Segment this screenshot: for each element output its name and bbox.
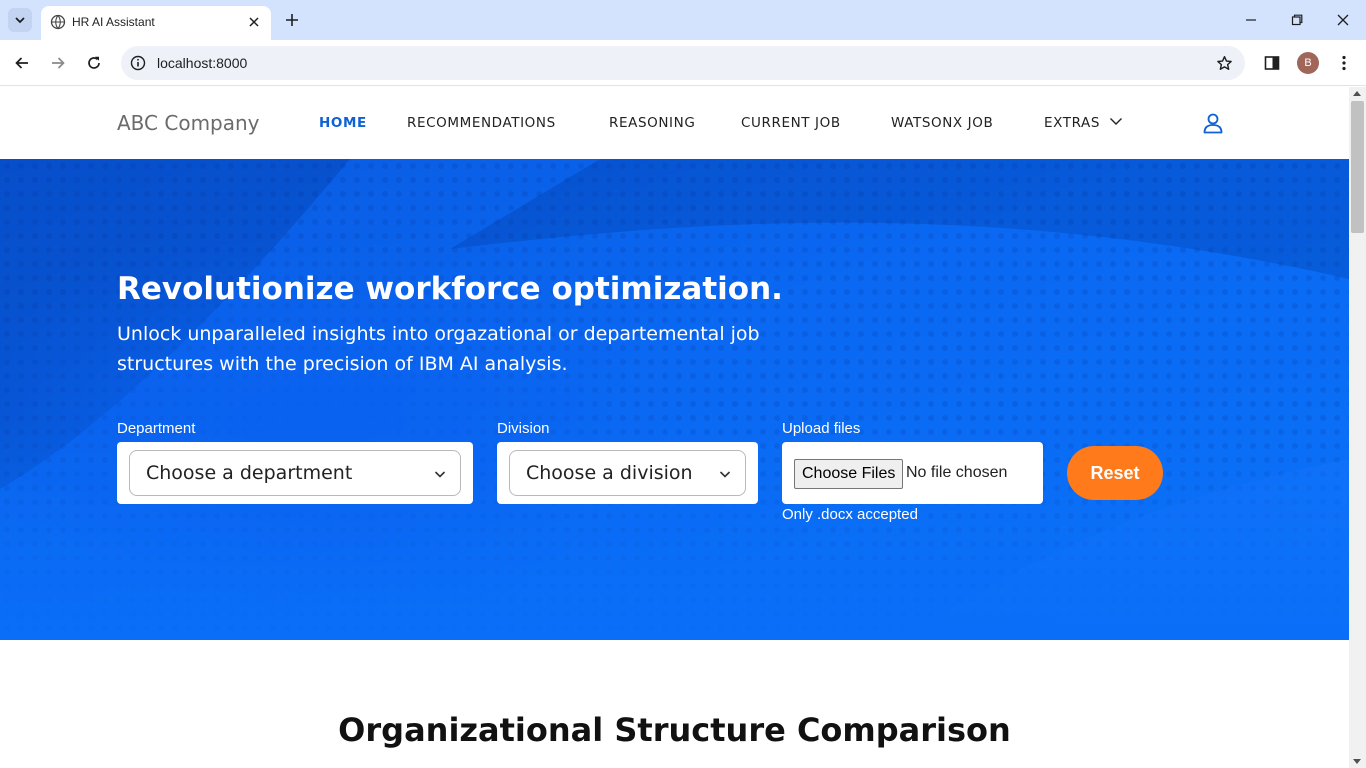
nav-extras[interactable]: EXTRAS	[1044, 115, 1100, 131]
address-bar[interactable]: localhost:8000	[121, 46, 1245, 80]
hero-banner: Revolutionize workforce optimization. Un…	[0, 159, 1349, 640]
bookmark-star-icon[interactable]	[1215, 54, 1233, 72]
profile-avatar[interactable]: B	[1297, 52, 1319, 74]
section-title: Organizational Structure Comparison	[338, 711, 1011, 749]
file-status-text: No file chosen	[906, 464, 1008, 481]
upload-card: Choose Files No file chosen	[782, 442, 1043, 504]
hero-title: Revolutionize workforce optimization.	[117, 271, 783, 307]
scroll-down-arrow-icon[interactable]	[1353, 759, 1361, 764]
upload-hint: Only .docx accepted	[782, 506, 918, 523]
chevron-down-icon	[15, 17, 25, 24]
forward-arrow-icon[interactable]	[46, 51, 70, 75]
tab-search-button[interactable]	[8, 8, 32, 32]
scroll-thumb[interactable]	[1351, 101, 1364, 233]
user-icon[interactable]	[1201, 111, 1225, 135]
department-select[interactable]: Choose a department	[129, 450, 461, 496]
restore-icon[interactable]	[1287, 10, 1307, 30]
page-viewport: ABC Company HOME RECOMMENDATIONS REASONI…	[0, 87, 1349, 768]
reset-button[interactable]: Reset	[1067, 446, 1163, 500]
browser-tabstrip: HR AI Assistant	[0, 0, 1366, 40]
chevron-down-icon	[719, 471, 731, 478]
close-window-icon[interactable]	[1333, 10, 1353, 30]
tab-close-icon[interactable]	[246, 14, 262, 30]
site-info-icon[interactable]	[129, 54, 147, 72]
department-select-value: Choose a department	[146, 462, 353, 484]
chevron-down-icon	[434, 471, 446, 478]
brand-logo-text[interactable]: ABC Company	[117, 111, 260, 135]
nav-current-job[interactable]: CURRENT JOB	[741, 115, 841, 131]
department-label: Department	[117, 420, 196, 437]
globe-icon	[50, 14, 66, 30]
hero-subtitle: Unlock unparalleled insights into orgaza…	[117, 323, 760, 375]
tab-title: HR AI Assistant	[72, 15, 155, 29]
department-card: Choose a department	[117, 442, 473, 504]
division-select[interactable]: Choose a division	[509, 450, 746, 496]
hero-gradient-overlay	[0, 159, 1349, 640]
scroll-up-arrow-icon[interactable]	[1353, 91, 1361, 96]
more-menu-icon[interactable]	[1333, 52, 1355, 74]
nav-watsonx-job[interactable]: WATSONX JOB	[891, 115, 993, 131]
chevron-down-icon[interactable]	[1109, 114, 1123, 128]
upload-label: Upload files	[782, 420, 861, 437]
minimize-icon[interactable]	[1241, 10, 1261, 30]
browser-toolbar: localhost:8000 B	[0, 40, 1366, 86]
nav-recommendations[interactable]: RECOMMENDATIONS	[407, 115, 556, 131]
url-text[interactable]: localhost:8000	[157, 55, 247, 71]
division-card: Choose a division	[497, 442, 758, 504]
nav-reasoning[interactable]: REASONING	[609, 115, 695, 131]
side-panel-icon[interactable]	[1261, 52, 1283, 74]
new-tab-plus-icon[interactable]	[282, 10, 302, 30]
division-label: Division	[497, 420, 550, 437]
nav-home[interactable]: HOME	[319, 115, 367, 131]
browser-tab[interactable]: HR AI Assistant	[41, 6, 271, 40]
vertical-scrollbar[interactable]	[1349, 87, 1366, 768]
back-arrow-icon[interactable]	[10, 51, 34, 75]
reload-icon[interactable]	[82, 51, 106, 75]
division-select-value: Choose a division	[526, 462, 693, 484]
site-header: ABC Company HOME RECOMMENDATIONS REASONI…	[0, 87, 1349, 159]
choose-files-button[interactable]: Choose Files	[794, 459, 904, 489]
